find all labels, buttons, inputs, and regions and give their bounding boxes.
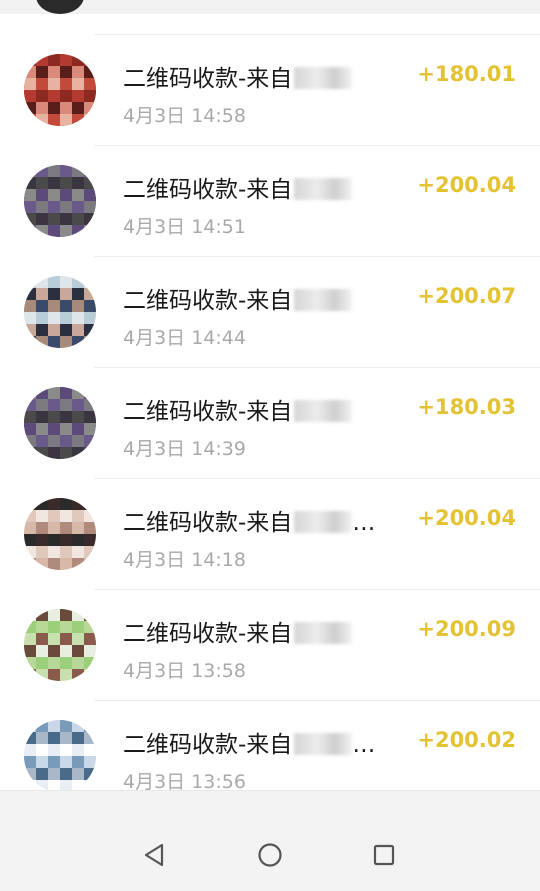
transaction-title: 二维码收款-来自 xyxy=(123,59,385,93)
transaction-amount: +200.02 xyxy=(417,728,516,752)
title-ellipsis: … xyxy=(352,732,376,758)
transaction-title-text: 二维码收款-来自 xyxy=(123,399,293,425)
redacted-name xyxy=(294,622,353,644)
transaction-amount: +200.04 xyxy=(417,173,516,197)
avatar xyxy=(24,276,96,348)
avatar xyxy=(24,720,96,790)
redacted-name xyxy=(294,733,353,755)
redacted-name xyxy=(294,511,353,533)
system-navigation-bar xyxy=(0,790,540,891)
avatar xyxy=(24,387,96,459)
transaction-title-text: 二维码收款-来自 xyxy=(123,288,293,314)
transaction-time: 4月3日 14:18 xyxy=(123,549,246,571)
transaction-row[interactable]: 二维码收款-来自 … 4月3日 13:56 +200.02 xyxy=(0,701,540,790)
transaction-title: 二维码收款-来自 … xyxy=(123,503,385,537)
transaction-title: 二维码收款-来自 xyxy=(123,281,385,315)
redacted-name xyxy=(294,289,353,311)
transaction-title: 二维码收款-来自 xyxy=(123,170,385,204)
avatar xyxy=(24,609,96,681)
transaction-title-text: 二维码收款-来自 xyxy=(123,177,293,203)
transaction-title-text: 二维码收款-来自 xyxy=(123,66,293,92)
home-button[interactable] xyxy=(250,835,290,875)
recents-button[interactable] xyxy=(364,835,404,875)
transaction-amount: +200.04 xyxy=(417,506,516,530)
transaction-row[interactable]: 二维码收款-来自 4月3日 14:51 +200.04 xyxy=(0,146,540,257)
avatar xyxy=(24,54,96,126)
transaction-title: 二维码收款-来自 xyxy=(123,392,385,426)
transaction-time: 4月3日 14:39 xyxy=(123,438,246,460)
transaction-row[interactable]: 二维码收款-来自 4月3日 13:58 +200.09 xyxy=(0,590,540,701)
transaction-title: 二维码收款-来自 … xyxy=(123,725,385,759)
transaction-amount: +200.09 xyxy=(417,617,516,641)
transaction-list: 二维码收款-来自 4月3日 14:58 +180.01 二维码收款-来自 4月3日 14… xyxy=(0,35,540,790)
avatar xyxy=(24,498,96,570)
transaction-title: 二维码收款-来自 xyxy=(123,614,385,648)
title-ellipsis: … xyxy=(352,510,376,536)
transaction-list-screen: 二维码收款-来自 4月3日 14:58 +180.01 二维码收款-来自 4月3日 14… xyxy=(0,0,540,891)
redacted-name xyxy=(294,67,353,89)
transaction-title-text: 二维码收款-来自 xyxy=(123,510,293,536)
transaction-time: 4月3日 13:58 xyxy=(123,660,246,682)
redacted-name xyxy=(294,400,353,422)
transaction-time: 4月3日 14:58 xyxy=(123,105,246,127)
transaction-row[interactable]: 二维码收款-来自 4月3日 14:39 +180.03 xyxy=(0,368,540,479)
transaction-row[interactable]: 二维码收款-来自 4月3日 14:58 +180.01 xyxy=(0,35,540,146)
transaction-amount: +180.03 xyxy=(417,395,516,419)
back-button[interactable] xyxy=(134,835,174,875)
back-triangle-icon xyxy=(144,843,164,867)
transaction-title-text: 二维码收款-来自 xyxy=(123,621,293,647)
transaction-amount: +180.01 xyxy=(417,62,516,86)
transaction-row[interactable]: 二维码收款-来自 4月3日 14:44 +200.07 xyxy=(0,257,540,368)
transaction-title-text: 二维码收款-来自 xyxy=(123,732,293,758)
transaction-time: 4月3日 14:44 xyxy=(123,327,246,349)
transaction-amount: +200.07 xyxy=(417,284,516,308)
home-circle-icon xyxy=(258,843,282,867)
transaction-time: 4月3日 13:56 xyxy=(123,771,246,790)
recents-square-icon xyxy=(373,844,395,866)
redacted-name xyxy=(294,178,353,200)
avatar xyxy=(24,165,96,237)
transaction-time: 4月3日 14:51 xyxy=(123,216,246,238)
transaction-row[interactable]: 二维码收款-来自 … 4月3日 14:18 +200.04 xyxy=(0,479,540,590)
